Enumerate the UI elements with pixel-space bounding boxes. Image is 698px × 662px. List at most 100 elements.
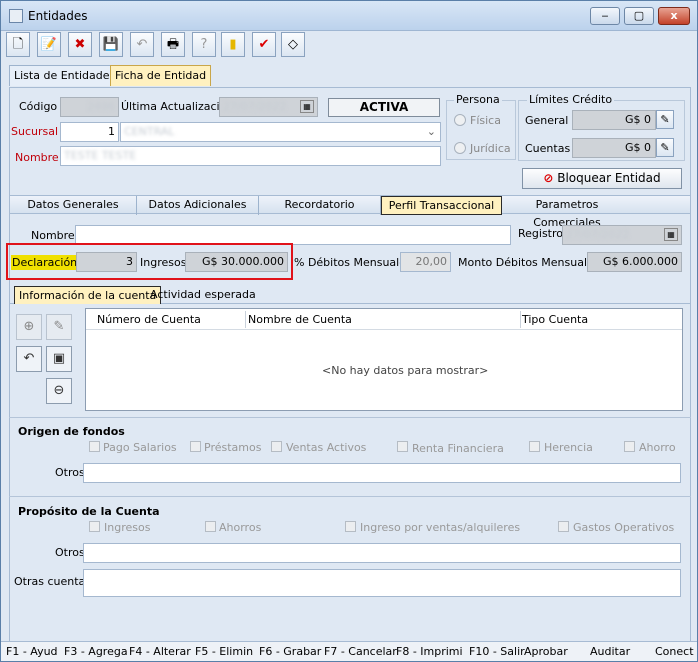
debitos-field[interactable]: 20,00	[400, 252, 451, 272]
f7-cancelar-key[interactable]: F7 - Cancelar	[324, 645, 397, 658]
f10-salir-key[interactable]: F10 - Salir	[469, 645, 525, 658]
save-icon[interactable]: 💾	[99, 32, 123, 57]
persona-title: Persona	[454, 93, 502, 106]
ahorro-checkbox[interactable]	[624, 441, 635, 452]
block-icon: ⊘	[543, 171, 554, 185]
tab-datos-generales[interactable]: Datos Generales	[10, 196, 137, 215]
proposito-otros-label: Otros	[55, 546, 85, 559]
maximize-button[interactable]: ▢	[624, 7, 654, 25]
registro-field[interactable]: 27/07/2022 ▦	[562, 225, 682, 245]
print-icon[interactable]: 🖶	[161, 32, 185, 57]
tab-ficha-entidad[interactable]: Ficha de Entidad	[110, 65, 212, 86]
conectar-key[interactable]: Conect	[655, 645, 694, 658]
sucursal-number-field[interactable]: 1	[60, 122, 119, 142]
accounts-grid: Número de Cuenta Nombre de Cuenta Tipo C…	[85, 308, 683, 411]
pago-salarios-checkbox[interactable]	[89, 441, 100, 452]
prestamos-label: Préstamos	[204, 441, 262, 454]
bloquear-entidad-button[interactable]: ⊘ Bloquear Entidad	[522, 168, 682, 189]
new-icon[interactable]: 🗋	[6, 32, 30, 57]
f3-agregar-key[interactable]: F3 - Agrega	[64, 645, 128, 658]
close-button[interactable]: x	[658, 7, 690, 25]
prestamos-checkbox[interactable]	[190, 441, 201, 452]
renta-financiera-checkbox[interactable]	[397, 441, 408, 452]
undo-icon[interactable]: ↶	[130, 32, 154, 57]
ingresos-checkbox[interactable]	[89, 521, 100, 532]
calendar-icon[interactable]: ▦	[300, 100, 314, 113]
ingresos-option-label: Ingresos	[104, 521, 151, 534]
proposito-otros-field[interactable]	[83, 543, 681, 563]
ventas-activos-checkbox[interactable]	[271, 441, 282, 452]
inner-tab-bar: Información de la cuenta Actividad esper…	[9, 286, 691, 304]
tab-perfil-transaccional[interactable]: Perfil Transaccional	[381, 196, 502, 215]
fisica-radio[interactable]	[454, 114, 466, 126]
chevron-down-icon[interactable]: ⌄	[427, 123, 436, 141]
f4-alterar-key[interactable]: F4 - Alterar	[129, 645, 191, 658]
status-bar: F1 - Ayud F3 - Agrega F4 - Alterar F5 - …	[1, 641, 697, 661]
column-header[interactable]: Nombre de Cuenta	[248, 313, 352, 326]
exit-icon[interactable]: ▮	[221, 32, 245, 57]
undo-row-icon[interactable]: ↶	[16, 346, 42, 372]
renta-financiera-label: Renta Financiera	[412, 442, 504, 455]
sucursal-label: Sucursal	[11, 125, 59, 138]
gastos-operativos-checkbox[interactable]	[558, 521, 569, 532]
column-header[interactable]: Tipo Cuenta	[522, 313, 588, 326]
minimize-button[interactable]: ‒	[590, 7, 620, 25]
middle-tabs: Datos Generales Datos Adicionales Record…	[9, 195, 691, 229]
fisica-label: Física	[470, 114, 501, 127]
ingreso-ventas-checkbox[interactable]	[345, 521, 356, 532]
origen-otros-field[interactable]	[83, 463, 681, 483]
limites-title: Límites Crédito	[527, 93, 615, 106]
f1-ayuda-key[interactable]: F1 - Ayud	[6, 645, 58, 658]
edit-general-icon[interactable]: ✎	[656, 110, 674, 129]
aprobar-key[interactable]: Aprobar	[524, 645, 568, 658]
f8-imprimir-key[interactable]: F8 - Imprimi	[396, 645, 463, 658]
add-row-icon[interactable]: ⊕	[16, 314, 42, 340]
monto-label: Monto Débitos Mensuales	[458, 256, 600, 269]
nombre-field[interactable]: TESTE TESTE	[60, 146, 441, 166]
status-badge: ACTIVA	[328, 98, 440, 117]
monto-field[interactable]: G$ 6.000.000	[587, 252, 682, 272]
cuentas-label: Cuentas	[525, 142, 571, 155]
column-header[interactable]: Número de Cuenta	[97, 313, 201, 326]
calendar-icon[interactable]: ▦	[664, 228, 678, 241]
sucursal-select[interactable]: CENTRAL ⌄	[120, 122, 441, 142]
f5-eliminar-key[interactable]: F5 - Elimin	[195, 645, 253, 658]
tab-parametros-comerciales[interactable]: Parametros Comerciales	[502, 196, 632, 229]
perfil-nombre-field[interactable]	[75, 225, 511, 245]
window-title: Entidades	[28, 9, 88, 23]
ahorro-label: Ahorro	[639, 441, 676, 454]
registro-label: Registro	[518, 227, 564, 240]
codigo-field[interactable]: 2496	[60, 97, 119, 117]
ultima-actualizacion-label: Última Actualización	[121, 100, 234, 113]
delete-icon[interactable]: ✖	[68, 32, 92, 57]
tab-actividad-esperada[interactable]: Actividad esperada	[146, 286, 260, 304]
otras-cuentas-label: Otras cuentas	[14, 575, 92, 588]
save-row-icon[interactable]: ▣	[46, 346, 72, 372]
edit-row-icon[interactable]: ✎	[46, 314, 72, 340]
empty-message: <No hay datos para mostrar>	[322, 364, 489, 377]
juridica-label: Jurídica	[470, 142, 511, 155]
ahorros-checkbox[interactable]	[205, 521, 216, 532]
nombre-label: Nombre	[15, 151, 59, 164]
herencia-checkbox[interactable]	[529, 441, 540, 452]
tab-informacion-cuenta[interactable]: Información de la cuenta	[14, 286, 162, 304]
gastos-operativos-label: Gastos Operativos	[573, 521, 675, 534]
general-field[interactable]: G$ 0	[572, 110, 656, 130]
help-icon[interactable]: ?	[192, 32, 216, 57]
remove-row-icon[interactable]: ⊖	[46, 378, 72, 404]
tab-recordatorio[interactable]: Recordatorio	[259, 196, 381, 215]
confirm-icon[interactable]: ✔	[252, 32, 276, 57]
edit-cuentas-icon[interactable]: ✎	[656, 138, 674, 157]
eraser-icon[interactable]: ◇	[281, 32, 305, 57]
ultima-actualizacion-field[interactable]: 27/07/2022 ▦	[219, 97, 318, 117]
title-bar: Entidades ‒ ▢ x	[1, 1, 697, 31]
tab-lista-entidades[interactable]: Lista de Entidades	[9, 65, 121, 86]
edit-icon[interactable]: 📝	[37, 32, 61, 57]
ahorros-label: Ahorros	[219, 521, 262, 534]
f6-grabar-key[interactable]: F6 - Grabar	[259, 645, 321, 658]
otras-cuentas-field[interactable]	[83, 569, 681, 597]
juridica-radio[interactable]	[454, 142, 466, 154]
tab-datos-adicionales[interactable]: Datos Adicionales	[137, 196, 259, 215]
cuentas-field[interactable]: G$ 0	[572, 138, 656, 158]
auditar-key[interactable]: Auditar	[590, 645, 630, 658]
